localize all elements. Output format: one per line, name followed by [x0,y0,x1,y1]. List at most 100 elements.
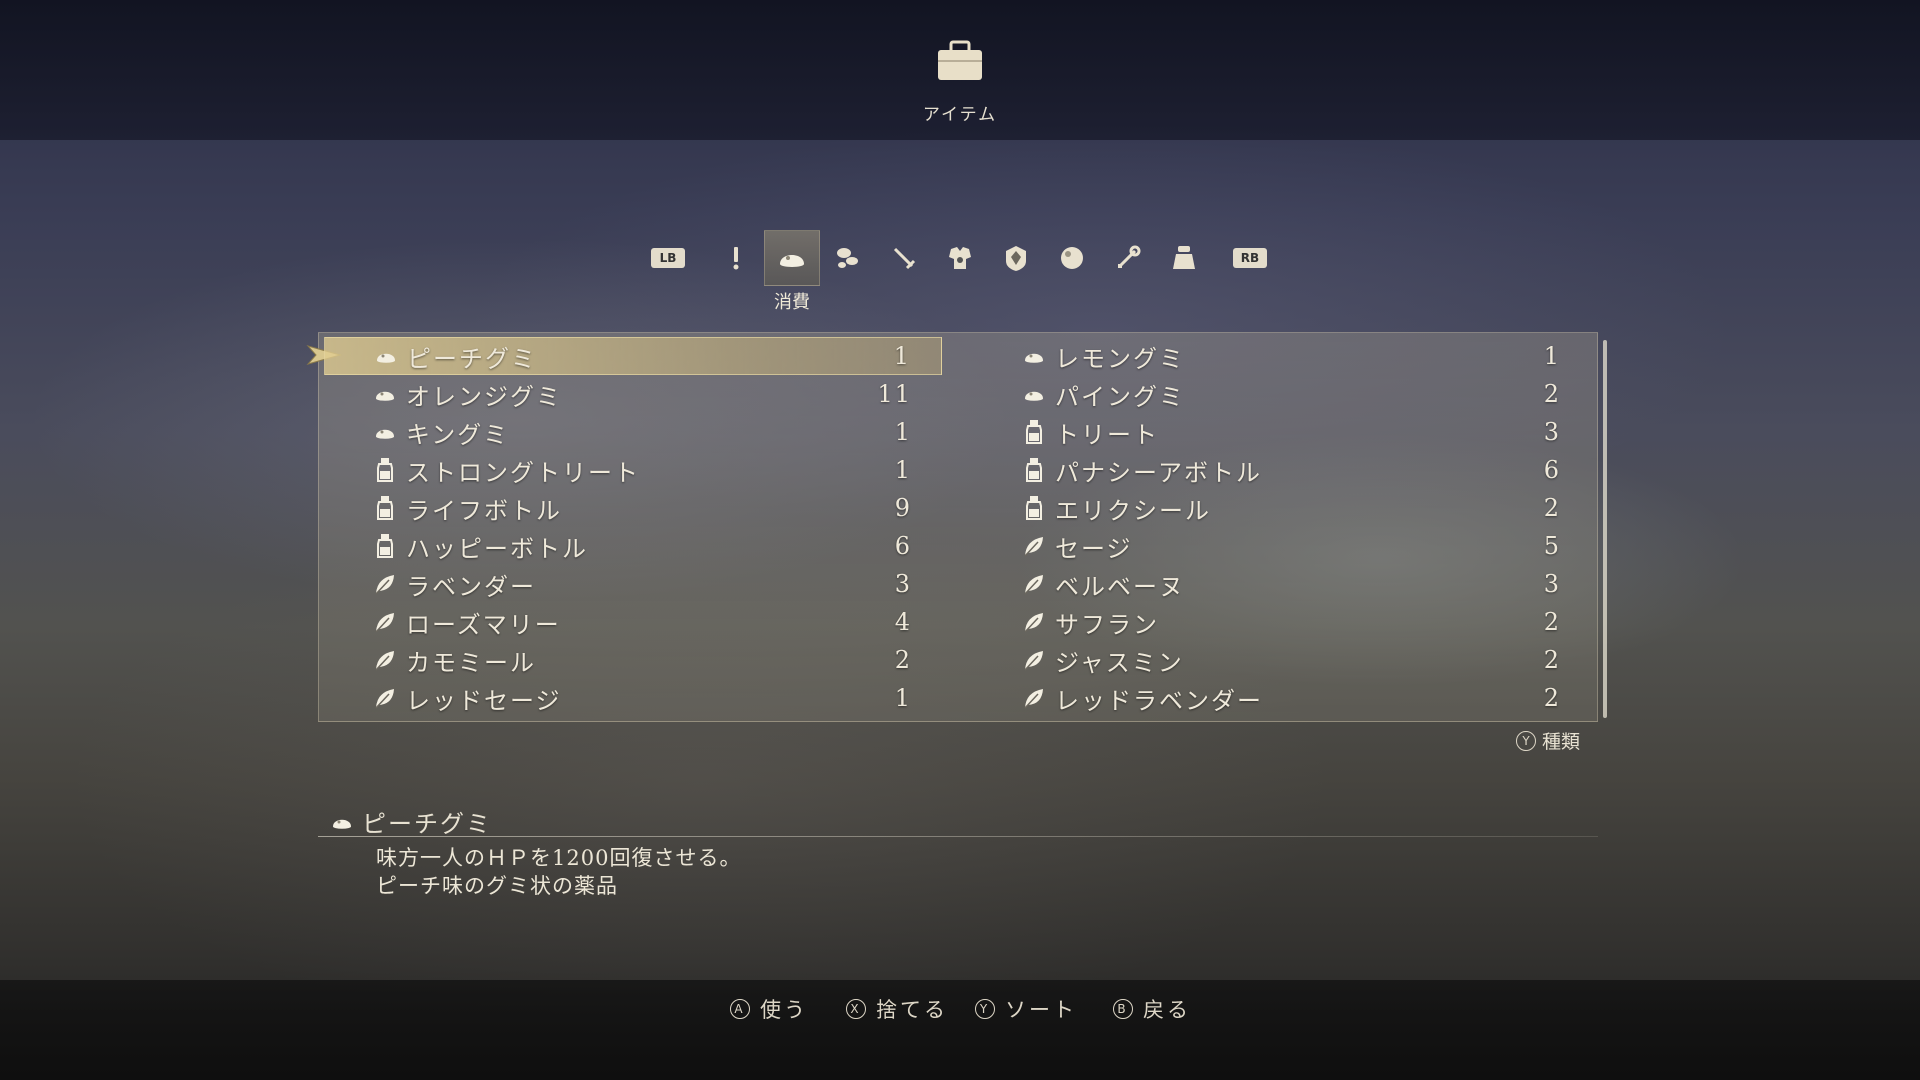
item-row[interactable]: オレンジグミ 11 [324,375,942,413]
item-row[interactable]: エリクシール 2 [973,489,1591,527]
action-discard-label: 捨てる [876,998,948,1022]
armor-icon [949,247,971,269]
lb-button[interactable]: LB [651,248,685,268]
action-bar [0,980,1920,1080]
item-row[interactable]: ライフボトル 9 [324,489,942,527]
item-name: レッドセージ [406,686,562,715]
shield-icon [1006,246,1026,271]
action-use-label: 使う [760,998,808,1022]
item-quantity: 6 [894,532,912,560]
item-row[interactable]: カモミール 2 [324,641,942,679]
item-name: ジャスミン [1055,648,1184,677]
key-icon [1117,245,1141,269]
gummy-icon [780,255,804,267]
item-row[interactable]: トリート 3 [973,413,1591,451]
item-quantity: 4 [894,608,912,636]
b-button-icon: B [1113,999,1133,1019]
item-row[interactable]: パイングミ 2 [973,375,1591,413]
leaf-icon [1021,685,1047,711]
item-name: ハッピーボトル [406,534,588,563]
item-quantity: 2 [1543,684,1561,712]
type-hint[interactable]: Y 種類 [1516,727,1580,754]
item-name: パイングミ [1055,382,1185,411]
item-row[interactable]: サフラン 2 [973,603,1591,641]
item-row[interactable]: ピーチグミ 1 [324,337,942,375]
item-name: サフラン [1055,610,1159,639]
gummy-icon [1021,343,1047,369]
tab-pouch[interactable] [1156,230,1212,286]
item-row[interactable]: レッドラベンダー 2 [973,679,1591,717]
item-row[interactable]: レッドセージ 1 [324,679,942,717]
item-row[interactable]: ラベンダー 3 [324,565,942,603]
item-name: ストロングトリート [406,458,640,487]
rb-button[interactable]: RB [1233,248,1267,268]
item-name: ライフボトル [406,496,562,525]
item-quantity: 11 [877,380,912,408]
item-quantity: 6 [1543,456,1561,484]
item-quantity: 2 [1543,646,1561,674]
item-row[interactable]: レモングミ 1 [973,337,1591,375]
leaf-icon [372,609,398,635]
tab-important[interactable] [708,230,764,286]
item-row[interactable]: キングミ 1 [324,413,942,451]
action-discard[interactable]: X 捨てる [846,994,948,1024]
tab-armor[interactable] [932,230,988,286]
item-row[interactable]: パナシーアボトル 6 [973,451,1591,489]
item-quantity: 1 [894,456,912,484]
y-button-icon: Y [975,999,995,1019]
item-quantity: 2 [1543,608,1561,636]
tab-valuables[interactable] [1100,230,1156,286]
a-button-icon: A [730,999,750,1019]
bottle-icon [1021,419,1047,445]
action-back[interactable]: B 戻る [1113,994,1191,1024]
tab-weapons[interactable] [876,230,932,286]
item-name: トリート [1055,420,1159,449]
description-line-1: 味方一人のＨＰを1200回復させる。 [376,846,742,870]
action-back-label: 戻る [1143,998,1191,1022]
x-button-icon: X [846,999,866,1019]
item-row[interactable]: セージ 5 [973,527,1591,565]
item-row[interactable]: ローズマリー 4 [324,603,942,641]
description-item-name: ピーチグミ [362,810,492,838]
item-name: オレンジグミ [406,382,562,411]
item-quantity: 1 [1543,342,1561,370]
item-name: パナシーアボトル [1055,458,1263,487]
scrollbar[interactable] [1603,340,1607,718]
item-quantity: 3 [1543,418,1561,446]
item-quantity: 2 [894,646,912,674]
item-row[interactable]: ジャスミン 2 [973,641,1591,679]
item-row[interactable]: ハッピーボトル 6 [324,527,942,565]
gummy-icon [333,819,351,829]
bottle-icon [372,533,398,559]
page-title: アイテム [922,105,998,125]
action-sort-label: ソート [1005,998,1077,1022]
gummy-icon [373,343,399,369]
description-divider [318,836,1598,837]
bottle-icon [372,495,398,521]
item-row[interactable]: ストロングトリート 1 [324,451,942,489]
tab-consumables[interactable] [764,230,820,286]
gummy-icon [372,381,398,407]
y-button-icon: Y [1516,730,1536,751]
description-line-2: ピーチ味のグミ状の薬品 [376,874,618,898]
gummy-icon [372,419,398,445]
category-tabs: LB RB [0,230,1920,286]
tab-accessories[interactable] [1044,230,1100,286]
item-name: ローズマリー [406,610,561,639]
type-hint-label: 種類 [1542,731,1581,753]
action-sort[interactable]: Y ソート [975,994,1077,1024]
leaf-icon [1021,571,1047,597]
leaf-icon [372,685,398,711]
item-quantity: 3 [894,570,912,598]
leaf-icon [1021,647,1047,673]
tab-ingredients[interactable] [820,230,876,286]
leaf-icon [1021,609,1047,635]
item-row[interactable]: ベルベーヌ 3 [973,565,1591,603]
item-quantity: 2 [1543,380,1561,408]
tab-shields[interactable] [988,230,1044,286]
action-use[interactable]: A 使う [730,994,808,1024]
item-name: ベルベーヌ [1055,572,1185,601]
description-title: ピーチグミ [330,804,492,839]
pouch-icon [1173,246,1195,269]
item-quantity: 1 [894,684,912,712]
